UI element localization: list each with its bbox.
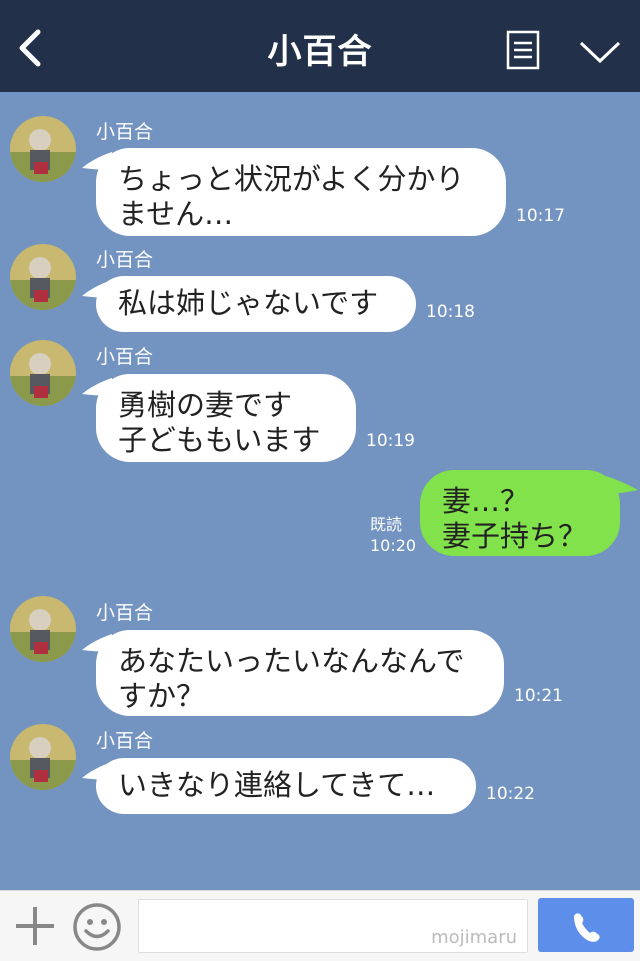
message-bubble[interactable]: あなたいったいなんなんで すか？ — [96, 630, 504, 716]
plus-icon[interactable] — [14, 905, 56, 947]
call-button[interactable] — [538, 898, 634, 952]
message-bubble[interactable]: 私は姉じゃないです — [96, 276, 416, 332]
chevron-down-icon[interactable] — [578, 38, 622, 66]
sender-name: 小百合 — [96, 121, 154, 143]
avatar[interactable] — [10, 244, 76, 310]
message-time: 10:21 — [514, 686, 563, 706]
notes-list-icon[interactable] — [506, 30, 540, 70]
avatar[interactable] — [10, 116, 76, 182]
sender-name: 小百合 — [96, 249, 154, 271]
message-time: 10:20 — [370, 536, 417, 555]
message-time: 10:17 — [516, 206, 565, 226]
message-bubble[interactable]: 勇樹の妻です 子どももいます — [96, 374, 356, 462]
avatar-photo-icon — [10, 340, 76, 406]
message-time: 10:18 — [426, 302, 475, 322]
message-line: ちょっと状況がよく分かり — [118, 162, 465, 196]
message-bubble-outgoing[interactable]: 妻…？ 妻子持ち？ — [420, 470, 620, 556]
watermark: mojimaru — [431, 927, 517, 948]
phone-icon — [574, 913, 600, 942]
sender-name: 小百合 — [96, 602, 154, 624]
message-time: 10:19 — [366, 431, 415, 451]
message-input[interactable]: mojimaru — [138, 899, 528, 953]
avatar-photo-icon — [10, 244, 76, 310]
read-label: 既読 — [370, 515, 403, 534]
message-line: 子どももいます — [118, 423, 321, 457]
avatar-photo-icon — [10, 596, 76, 662]
message-composer: mojimaru — [0, 890, 640, 961]
message-line: ません… — [118, 197, 234, 231]
message-bubble[interactable]: いきなり連絡してきて… — [96, 758, 476, 814]
message-line: あなたいったいなんなんで — [118, 644, 465, 678]
message-line: すか？ — [118, 679, 206, 713]
message-bubble[interactable]: ちょっと状況がよく分かり ません… — [96, 148, 506, 236]
sender-name: 小百合 — [96, 346, 154, 368]
avatar[interactable] — [10, 596, 76, 662]
message-line: 私は姉じゃないです — [118, 286, 379, 320]
message-time: 10:22 — [486, 784, 535, 804]
sender-name: 小百合 — [96, 730, 154, 752]
message-line: 妻…？ — [442, 484, 530, 518]
avatar[interactable] — [10, 724, 76, 790]
message-line: 勇樹の妻です — [118, 388, 293, 422]
smiley-icon[interactable] — [72, 902, 122, 952]
read-status: 既読 10:20 — [370, 514, 416, 556]
avatar[interactable] — [10, 340, 76, 406]
chat-title: 小百合 — [267, 32, 373, 72]
chat-header: 小百合 — [0, 0, 640, 92]
message-line: いきなり連絡してきて… — [118, 768, 436, 802]
bubble-tail — [606, 476, 638, 494]
avatar-photo-icon — [10, 724, 76, 790]
message-line: 妻子持ち？ — [442, 519, 588, 553]
avatar-photo-icon — [10, 116, 76, 182]
